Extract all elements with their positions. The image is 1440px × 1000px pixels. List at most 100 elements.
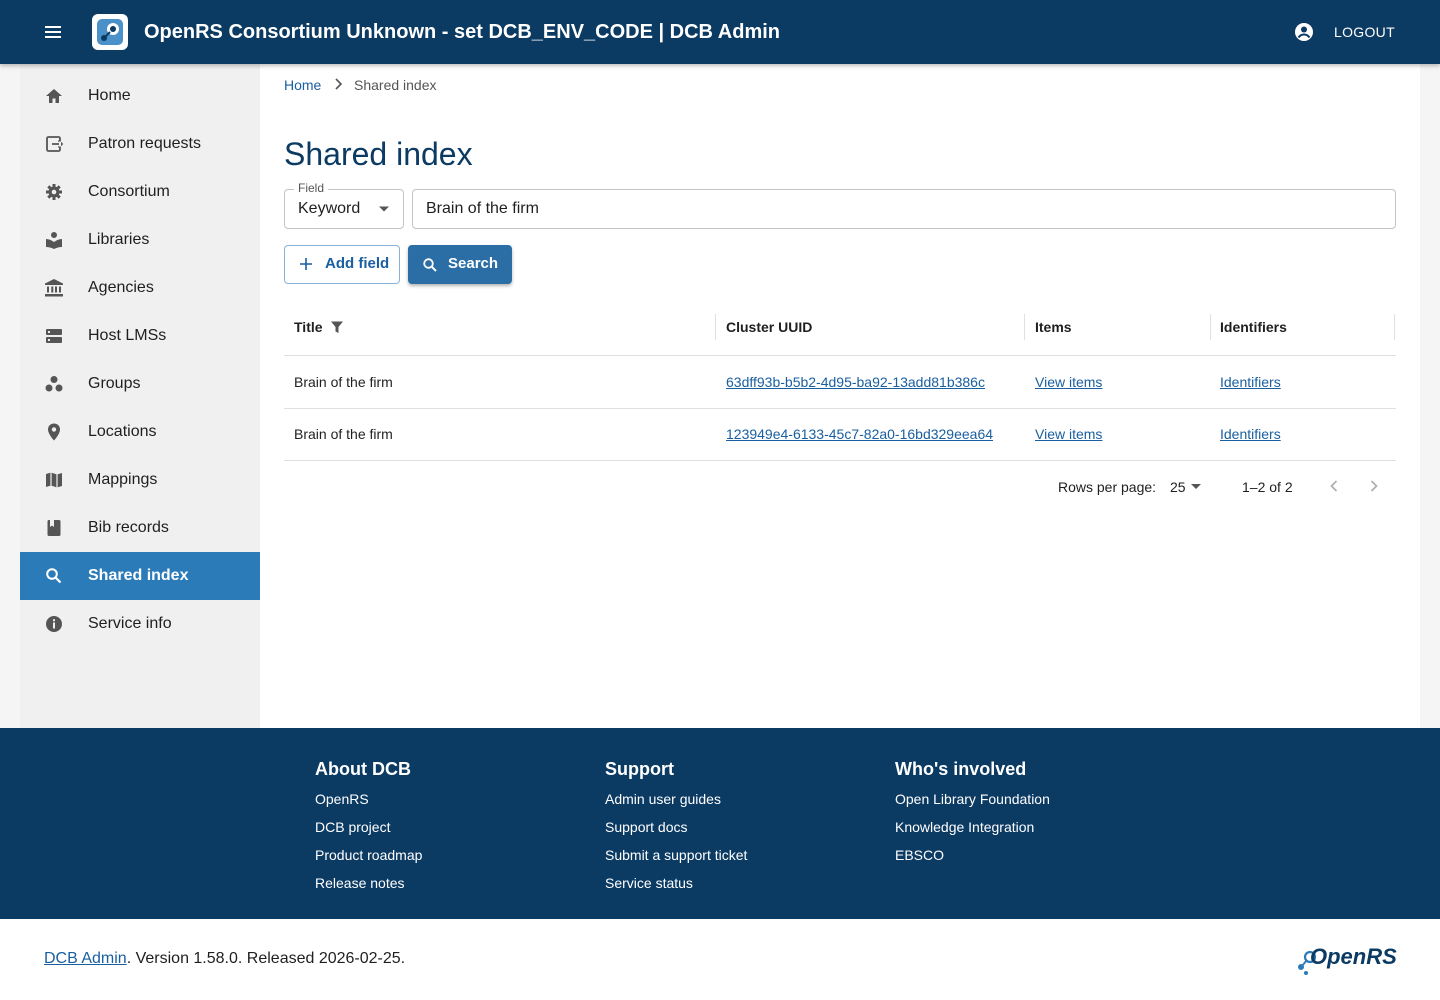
sidebar-item-agencies[interactable]: Agencies	[20, 264, 260, 312]
exit-to-app-icon	[46, 136, 64, 152]
sidebar-item-label: Libraries	[88, 231, 150, 248]
column-header-identifiers[interactable]: Identifiers	[1220, 318, 1287, 336]
column-header-title[interactable]: Title	[294, 318, 323, 336]
footer-link[interactable]: Support docs	[605, 818, 747, 836]
search-button-label: Search	[448, 255, 499, 272]
plus-icon	[300, 258, 312, 270]
workspaces-icon	[45, 376, 63, 392]
sidebar-item-consortium[interactable]: Consortium	[20, 168, 260, 216]
rows-per-page-value: 25	[1170, 479, 1186, 495]
location-pin-icon	[48, 423, 60, 441]
footer-link[interactable]: OpenRS	[315, 790, 422, 808]
cluster-uuid-link[interactable]: 123949e4-6133-45c7-82a0-16bd329eea64	[726, 425, 993, 443]
chevron-right-icon	[335, 78, 343, 90]
footer-link[interactable]: Knowledge Integration	[895, 818, 1050, 836]
openrs-logo[interactable]: OpenRS	[1296, 941, 1406, 977]
footer: About DCB OpenRS DCB project Product roa…	[0, 728, 1440, 919]
cluster-uuid-link[interactable]: 63dff93b-b5b2-4d95-ba92-13add81b386c	[726, 373, 985, 391]
search-input[interactable]	[426, 199, 1376, 219]
menu-button[interactable]	[36, 14, 72, 50]
account-circle-icon[interactable]	[1292, 20, 1316, 44]
rows-per-page-select[interactable]: 25	[1166, 476, 1206, 498]
page-title: Shared index	[284, 136, 473, 172]
sidebar-item-label: Bib records	[88, 519, 169, 536]
sidebar-item-service-info[interactable]: Service info	[20, 600, 260, 648]
logout-button[interactable]: LOGOUT	[1324, 16, 1405, 48]
app-home-link[interactable]: DCB Admin	[44, 950, 127, 967]
local-library-icon	[46, 232, 62, 249]
app-logo	[92, 14, 128, 50]
breadcrumb-home[interactable]: Home	[284, 76, 321, 94]
footer-heading: Support	[605, 759, 674, 779]
footer-heading: About DCB	[315, 759, 411, 779]
column-header-cluster-uuid[interactable]: Cluster UUID	[726, 318, 812, 336]
sidebar-item-label: Groups	[88, 375, 141, 392]
add-field-button[interactable]: Add field	[284, 245, 400, 284]
sidebar-item-host-lmss[interactable]: Host LMSs	[20, 312, 260, 360]
footer-about: About DCB OpenRS DCB project Product roa…	[315, 758, 422, 902]
app-title: OpenRS Consortium Unknown - set DCB_ENV_…	[144, 21, 781, 43]
identifiers-link[interactable]: Identifiers	[1220, 373, 1281, 391]
pagination-range: 1–2 of 2	[1242, 479, 1293, 495]
chevron-left-icon[interactable]	[1324, 476, 1344, 496]
chevron-right-icon[interactable]	[1364, 476, 1384, 496]
footer-link[interactable]: Service status	[605, 874, 747, 892]
footer-link[interactable]: Release notes	[315, 874, 422, 892]
sidebar-item-groups[interactable]: Groups	[20, 360, 260, 408]
column-separator	[1024, 314, 1025, 340]
sidebar-item-label: Agencies	[88, 279, 154, 296]
sidebar-item-libraries[interactable]: Libraries	[20, 216, 260, 264]
version-info: DCB Admin. Version 1.58.0. Released 2026…	[44, 949, 405, 969]
footer-link[interactable]: EBSCO	[895, 846, 1050, 864]
menu-icon	[45, 26, 61, 38]
chevron-down-icon	[379, 206, 389, 212]
sidebar-item-mappings[interactable]: Mappings	[20, 456, 260, 504]
table-divider	[284, 460, 1396, 461]
view-items-link[interactable]: View items	[1035, 425, 1102, 443]
sidebar-item-shared-index[interactable]: Shared index	[20, 552, 260, 600]
footer-link[interactable]: Submit a support ticket	[605, 846, 747, 864]
sidebar-item-label: Home	[88, 87, 131, 104]
brand-name: OpenRS	[1310, 944, 1397, 969]
column-separator	[1210, 314, 1211, 340]
footer-support: Support Admin user guides Support docs S…	[605, 758, 747, 902]
cell-title: Brain of the firm	[294, 374, 393, 390]
table-divider	[284, 355, 1396, 356]
sidebar-item-label: Consortium	[88, 183, 170, 200]
sidebar-item-locations[interactable]: Locations	[20, 408, 260, 456]
table-divider	[284, 408, 1396, 409]
book-icon	[47, 520, 61, 536]
search-query-field[interactable]	[412, 189, 1396, 229]
account-balance-icon	[45, 279, 63, 297]
footer-link[interactable]: Admin user guides	[605, 790, 747, 808]
storage-icon	[46, 329, 62, 343]
search-button[interactable]: Search	[408, 245, 512, 284]
rows-per-page-label: Rows per page:	[1058, 479, 1157, 495]
sidebar-item-patron-requests[interactable]: Patron requests	[20, 120, 260, 168]
column-header-items[interactable]: Items	[1035, 318, 1072, 336]
footer-heading: Who's involved	[895, 759, 1027, 779]
app-bar: OpenRS Consortium Unknown - set DCB_ENV_…	[0, 0, 1440, 64]
view-items-link[interactable]: View items	[1035, 373, 1102, 391]
footer-link[interactable]: Open Library Foundation	[895, 790, 1050, 808]
identifiers-link[interactable]: Identifiers	[1220, 425, 1281, 443]
sidebar-item-label: Host LMSs	[88, 327, 167, 344]
footer-link[interactable]: Product roadmap	[315, 846, 422, 864]
footer-link[interactable]: DCB project	[315, 818, 422, 836]
filter-icon[interactable]	[330, 320, 344, 334]
search-icon	[46, 568, 62, 584]
field-select-label: Field	[294, 181, 329, 195]
field-select-value: Keyword	[298, 200, 361, 217]
sidebar-item-bib-records[interactable]: Bib records	[20, 504, 260, 552]
footer-involved: Who's involved Open Library Foundation K…	[895, 758, 1050, 874]
cell-title: Brain of the firm	[294, 426, 393, 442]
home-icon	[46, 89, 62, 103]
sidebar-item-label: Mappings	[88, 471, 158, 488]
version-bar: DCB Admin. Version 1.58.0. Released 2026…	[0, 919, 1440, 1000]
info-icon	[46, 616, 62, 632]
sidebar-item-home[interactable]: Home	[20, 72, 260, 120]
sidebar-item-label: Locations	[88, 423, 157, 440]
map-icon	[46, 472, 62, 488]
chevron-down-icon	[1191, 484, 1201, 489]
add-field-label: Add field	[325, 255, 390, 272]
